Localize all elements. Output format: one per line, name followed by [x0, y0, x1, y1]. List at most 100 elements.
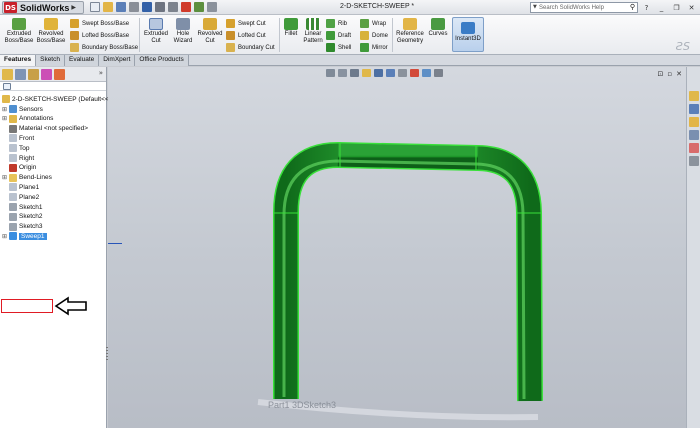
lofted-cut-button[interactable]: Lofted Cut [226, 30, 266, 41]
lofted-boss-label: Lofted Boss/Base [82, 32, 130, 39]
linear-pattern-label: Linear Pattern [303, 31, 323, 44]
reference-geometry-button[interactable]: Reference Geometry [394, 18, 426, 45]
wrap-button[interactable]: Wrap [360, 18, 386, 29]
search-icon[interactable]: ⚲ [630, 3, 635, 11]
tree-item[interactable]: Top [2, 143, 29, 153]
swept-cut-button[interactable]: Swept Cut [226, 18, 266, 29]
chevron-down-icon[interactable]: ▼ [533, 4, 537, 10]
extruded-boss-button[interactable]: Extruded Boss/Base [3, 18, 35, 45]
file-properties-icon[interactable] [194, 2, 204, 12]
tree-item-label: Bend-Lines [19, 174, 52, 182]
property-manager-tab-icon[interactable] [15, 68, 26, 80]
undo-icon[interactable] [142, 2, 152, 12]
graphics-viewport[interactable]: ⊡ ▫ ✕ Part1 3DSketch3 [108, 67, 686, 428]
swept-boss-button[interactable]: Swept Boss/Base [70, 18, 129, 29]
extruded-cut-button[interactable]: Extruded Cut [142, 18, 170, 45]
traffic-light-icon[interactable] [181, 2, 191, 12]
linear-pattern-button[interactable]: Linear Pattern [301, 18, 325, 45]
help-icon[interactable]: ? [640, 2, 653, 13]
revolved-cut-button[interactable]: Revolved Cut [196, 18, 224, 45]
boundary-cut-button[interactable]: Boundary Cut [226, 42, 275, 53]
tree-item[interactable]: Sketch2 [2, 212, 43, 222]
tab-dimxpert[interactable]: DimXpert [99, 55, 136, 66]
minimize-icon[interactable]: _ [655, 2, 668, 13]
boundary-boss-icon [70, 43, 79, 52]
rib-button[interactable]: Rib [326, 18, 347, 29]
tab-features[interactable]: Features [0, 55, 37, 66]
tree-item[interactable]: ⊞ Bend-Lines [2, 173, 52, 183]
fillet-button[interactable]: Fillet [281, 18, 301, 38]
curves-button[interactable]: Curves [426, 18, 450, 38]
rebuild-icon[interactable] [168, 2, 178, 12]
new-document-icon[interactable] [90, 2, 100, 12]
expand-plus-icon[interactable]: ⊞ [2, 174, 8, 181]
tree-item[interactable]: Right [2, 153, 34, 163]
lofted-cut-icon [226, 31, 235, 40]
appearances-icon[interactable] [689, 143, 699, 153]
mirror-button[interactable]: Mirror [360, 42, 388, 53]
viewport-label: Part1 3DSketch3 [268, 400, 337, 410]
select-icon[interactable] [155, 2, 165, 12]
close-icon[interactable]: ✕ [685, 2, 698, 13]
tree-root[interactable]: 2-D-SKETCH-SWEEP (Default<< [2, 94, 109, 104]
tree-item[interactable]: Plane1 [2, 182, 39, 192]
boundary-boss-button[interactable]: Boundary Boss/Base [70, 42, 138, 53]
dome-button[interactable]: Dome [360, 30, 388, 41]
expand-plus-icon[interactable]: ⊞ [2, 115, 8, 122]
custom-properties-icon[interactable] [689, 156, 699, 166]
solidworks-menu-button[interactable]: DS SolidWorks ▶ [2, 1, 84, 14]
tree-filter[interactable] [0, 82, 106, 91]
design-library-icon[interactable] [689, 104, 699, 114]
tree-item[interactable]: Sketch1 [2, 202, 43, 212]
lofted-boss-button[interactable]: Lofted Boss/Base [70, 30, 129, 41]
configuration-manager-tab-icon[interactable] [28, 68, 39, 80]
tree-item[interactable]: Origin [2, 163, 36, 173]
restore-icon[interactable]: ❐ [670, 2, 683, 13]
file-explorer-icon[interactable] [689, 117, 699, 127]
tube-highlight [282, 159, 526, 400]
tree-item[interactable]: Material <not specified> [2, 124, 88, 134]
sweep-model[interactable] [108, 67, 686, 428]
tree-item[interactable]: ⊞ Annotations [2, 114, 53, 124]
instant3d-button[interactable]: Instant3D [452, 17, 484, 52]
tab-evaluate[interactable]: Evaluate [64, 55, 100, 66]
expand-plus-icon[interactable]: ⊞ [2, 106, 8, 113]
quick-access-toolbar [90, 2, 217, 13]
resources-icon[interactable] [689, 91, 699, 101]
print-icon[interactable] [129, 2, 139, 12]
shell-button[interactable]: Shell [326, 42, 351, 53]
shell-label: Shell [338, 44, 352, 51]
sketch-icon [9, 222, 17, 231]
shell-icon [326, 43, 335, 52]
view-palette-icon[interactable] [689, 130, 699, 140]
ds-watermark-icon: ƧS [676, 40, 690, 53]
tab-office-products[interactable]: Office Products [135, 55, 189, 66]
hole-wizard-button[interactable]: Hole Wizard [170, 18, 196, 45]
reference-geometry-icon [403, 18, 417, 30]
draft-button[interactable]: Draft [326, 30, 351, 41]
help-search-box[interactable]: ▼ Search SolidWorks Help ⚲ [530, 2, 638, 13]
tree-item[interactable]: Plane2 [2, 192, 39, 202]
display-manager-tab-icon[interactable] [54, 68, 65, 80]
tree-item[interactable]: ⊞ Sweep1 [2, 231, 47, 241]
tree-item-label: Origin [19, 164, 37, 172]
tree-item[interactable]: Front [2, 133, 34, 143]
tree-item[interactable]: ⊞ Sensors [2, 104, 43, 114]
lofted-cut-label: Lofted Cut [238, 32, 266, 39]
revolved-boss-button[interactable]: Revolved Boss/Base [35, 18, 67, 45]
ds-logo-icon: DS [4, 2, 17, 13]
feature-manager-tab-icon[interactable] [2, 68, 13, 80]
hole-wizard-label: Hole Wizard [173, 31, 193, 44]
open-folder-icon[interactable] [103, 2, 113, 12]
swept-boss-label: Swept Boss/Base [82, 20, 130, 27]
tab-sketch[interactable]: Sketch [36, 55, 65, 66]
curves-label: Curves [428, 31, 448, 37]
dimxpert-manager-tab-icon[interactable] [41, 68, 52, 80]
save-icon[interactable] [116, 2, 126, 12]
options-icon[interactable] [207, 2, 217, 12]
plane-icon [9, 144, 17, 153]
tree-item[interactable]: Sketch3 [2, 222, 43, 232]
expand-plus-icon[interactable]: ⊞ [2, 233, 8, 240]
chevron-double-right-icon[interactable]: » [99, 69, 103, 80]
wrap-icon [360, 19, 369, 28]
